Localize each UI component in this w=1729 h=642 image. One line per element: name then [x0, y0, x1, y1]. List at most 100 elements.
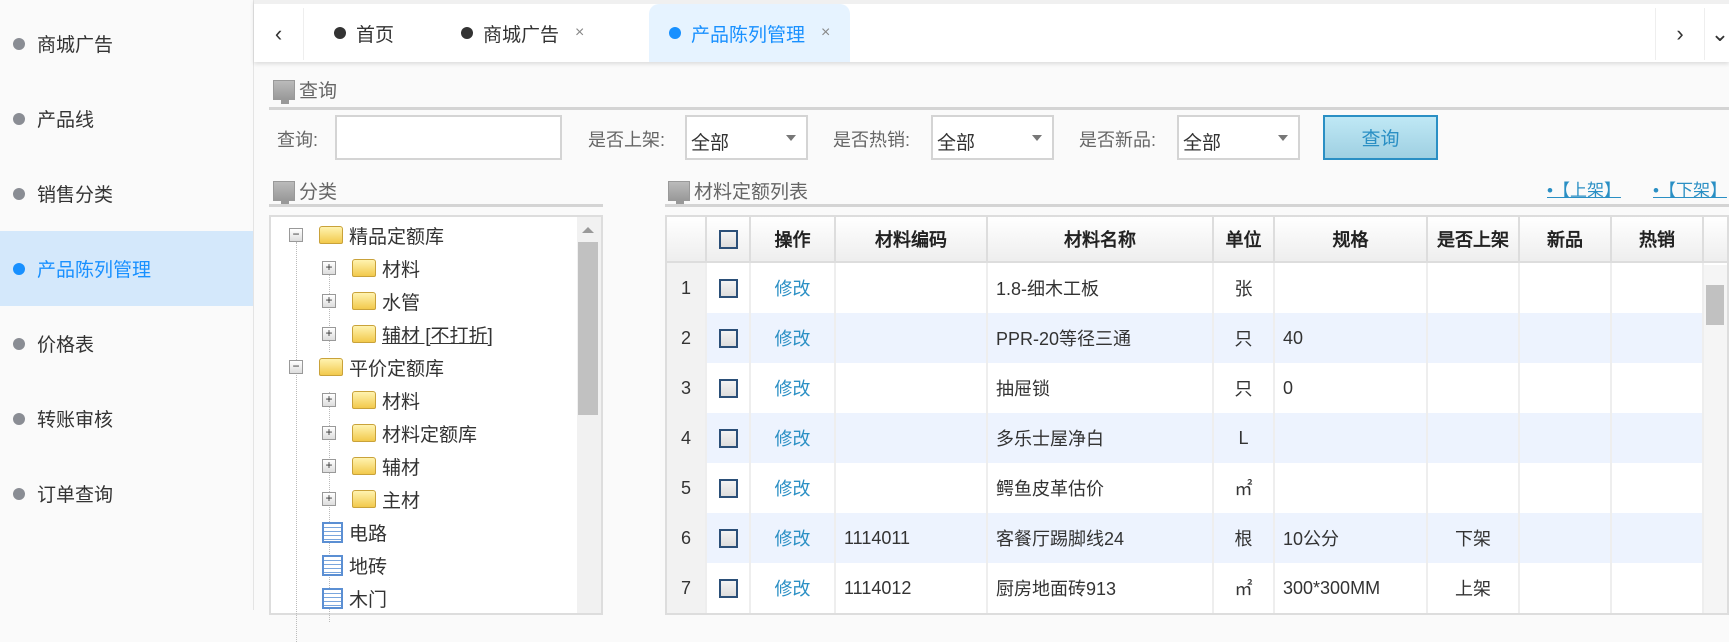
row-checkbox[interactable] — [718, 328, 738, 348]
new-label: 是否新品: — [1079, 130, 1157, 150]
tab[interactable]: 首页 — [334, 4, 394, 62]
table-row: 6 修改 1114011 客餐厅踢脚线24 根 10公分 下架 — [667, 513, 1704, 563]
tab-scroll-right-button[interactable]: › — [1655, 8, 1705, 60]
expand-icon[interactable]: + — [322, 327, 336, 341]
expand-icon[interactable]: + — [322, 492, 336, 506]
row-checkbox[interactable] — [718, 378, 738, 398]
row-checkbox[interactable] — [718, 428, 738, 448]
query-section-title: 查询 — [273, 76, 337, 104]
tab-scroll-left-button[interactable]: ‹ — [254, 8, 304, 60]
sidebar-item[interactable]: 价格表 — [0, 306, 253, 381]
cell-text: 2 — [680, 327, 691, 348]
expand-icon[interactable]: + — [322, 261, 336, 275]
table-cell — [1520, 413, 1612, 463]
close-icon[interactable]: × — [575, 24, 584, 42]
column-header-label: 操作 — [774, 230, 811, 250]
edit-link[interactable]: 修改 — [775, 325, 811, 351]
tree-node[interactable]: − 平价定额库 — [289, 352, 444, 382]
tree-node[interactable]: − 精品定额库 — [289, 220, 444, 250]
table-cell — [1612, 413, 1704, 463]
shelf-down-link[interactable]: •【下架】 — [1653, 176, 1727, 201]
row-checkbox[interactable] — [718, 278, 738, 298]
sidebar-item[interactable]: 转账审核 — [0, 381, 253, 456]
edit-link[interactable]: 修改 — [775, 475, 811, 501]
cell-text: ㎡ — [1234, 579, 1253, 599]
table-cell: 厨房地面砖913 — [988, 563, 1214, 613]
hot-select[interactable]: 全部 — [931, 115, 1054, 160]
table-row: 4 修改 多乐士屋净白 L — [667, 413, 1704, 463]
scroll-up-icon[interactable] — [582, 227, 594, 233]
table-cell: 客餐厅踢脚线24 — [988, 513, 1214, 563]
table-cell: 1 — [667, 263, 707, 313]
row-checkbox[interactable] — [718, 528, 738, 548]
column-header[interactable] — [707, 217, 751, 261]
folder-icon — [352, 325, 376, 343]
table-cell: 1.8-细木工板 — [988, 263, 1214, 313]
edit-link[interactable]: 修改 — [775, 425, 811, 451]
expand-icon[interactable]: + — [322, 459, 336, 473]
table-cell: 2 — [667, 313, 707, 363]
edit-link[interactable]: 修改 — [775, 375, 811, 401]
new-select[interactable]: 全部 — [1177, 115, 1300, 160]
row-checkbox[interactable] — [718, 478, 738, 498]
table-cell: 抽屉锁 — [988, 363, 1214, 413]
tree-node[interactable]: + 主材 — [322, 484, 420, 514]
column-header: 是否上架 — [1428, 217, 1520, 261]
tab[interactable]: 商城广告 × — [461, 4, 584, 62]
query-button[interactable]: 查询 — [1323, 115, 1438, 160]
sidebar-item[interactable]: 订单查询 — [0, 456, 253, 531]
column-header: 单位 — [1214, 217, 1275, 261]
edit-link[interactable]: 修改 — [775, 275, 811, 301]
expand-icon[interactable]: + — [322, 294, 336, 308]
tree-node[interactable]: + 辅材 — [322, 451, 420, 481]
tree-scrollbar[interactable] — [577, 217, 601, 613]
column-header-label: 材料编码 — [875, 230, 947, 250]
sidebar-item[interactable]: 产品线 — [0, 81, 253, 156]
cell-text: L — [1238, 427, 1249, 448]
search-input[interactable] — [335, 115, 562, 160]
edit-link[interactable]: 修改 — [775, 525, 811, 551]
table-icon — [322, 587, 343, 609]
row-checkbox[interactable] — [718, 578, 738, 598]
tree-node[interactable]: + 辅材 [不打折] — [322, 319, 493, 349]
tree-node[interactable]: + 材料 — [322, 253, 420, 283]
table-row: 7 修改 1114012 厨房地面砖913 ㎡ 300*300MM 上架 — [667, 563, 1704, 613]
tab[interactable]: 产品陈列管理 × — [649, 4, 851, 62]
expand-icon[interactable]: + — [322, 393, 336, 407]
material-table: 操作 材料编码 材料名称 单位 规格 是否上架 新品 热销 1 修改 1.8-细木工板 张 2 修改 PP… — [665, 215, 1729, 615]
tab-dot-icon — [334, 27, 346, 39]
table-cell — [1428, 413, 1520, 463]
tree-node-label: 材料 — [382, 391, 421, 413]
close-icon[interactable]: × — [821, 24, 830, 42]
cell-text: 1114011 — [844, 527, 911, 548]
sidebar-item[interactable]: 商城广告 — [0, 6, 253, 81]
sidebar-item[interactable]: 产品陈列管理 — [0, 231, 253, 306]
shelf-select[interactable]: 全部 — [685, 115, 808, 160]
column-header — [667, 217, 707, 261]
scrollbar-thumb[interactable] — [1706, 285, 1724, 325]
scrollbar-thumb[interactable] — [578, 242, 598, 415]
sidebar-item[interactable]: 销售分类 — [0, 156, 253, 231]
tree-node[interactable]: 地砖 — [292, 550, 387, 580]
tree-node[interactable]: + 材料 — [322, 385, 420, 415]
folder-icon — [352, 490, 376, 508]
select-all-checkbox[interactable] — [718, 229, 738, 249]
table-cell: 1114011 — [836, 513, 988, 563]
table-icon — [322, 554, 343, 576]
tree-node[interactable]: + 材料定额库 — [322, 418, 477, 448]
shelf-up-link[interactable]: •【上架】 — [1547, 176, 1621, 201]
tree-node[interactable]: + 水管 — [322, 286, 420, 316]
cell-text: 客餐厅踢脚线24 — [996, 529, 1125, 549]
table-cell: 只 — [1214, 363, 1275, 413]
cell-text: 7 — [680, 577, 691, 598]
edit-link[interactable]: 修改 — [775, 575, 811, 601]
collapse-icon[interactable]: − — [289, 360, 303, 374]
tree-node[interactable]: 电路 — [292, 517, 387, 547]
tab-menu-button[interactable]: ⌄ — [1705, 8, 1729, 60]
expand-icon[interactable]: + — [322, 426, 336, 440]
tree-node[interactable]: 木门 — [292, 583, 387, 613]
table-scrollbar[interactable] — [1702, 265, 1727, 613]
category-section-title: 分类 — [273, 177, 337, 205]
collapse-icon[interactable]: − — [289, 228, 303, 242]
divider — [665, 204, 1729, 207]
